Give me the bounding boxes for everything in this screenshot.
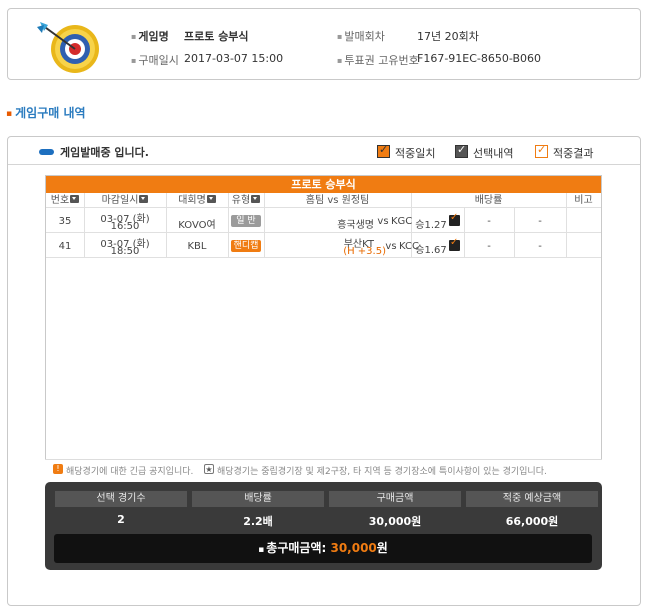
- row-vs: vs: [385, 241, 397, 252]
- table-row: 41 03-07 (화) 18:50 KBL 핸디캡 부산KT (H +3.5)…: [46, 234, 601, 258]
- status-indicator-icon: [39, 149, 54, 155]
- row-league: KBL: [187, 241, 207, 252]
- odds-draw[interactable]: -: [464, 241, 514, 252]
- game-name: 프로토 승부식: [184, 30, 249, 43]
- total-purchase-box: ▪ 총구매금액: 30,000원: [54, 534, 592, 563]
- ticket-id-label: 투표권 고유번호: [337, 52, 418, 68]
- total-unit: 원: [376, 541, 388, 555]
- type-badge: 일 반: [231, 215, 261, 227]
- odds-lose[interactable]: -: [514, 241, 566, 252]
- game-table: 프로토 승부식 번호 마감일시 대회명 유형 홈팀 vs 원정팀 배당률 비고 …: [45, 175, 602, 478]
- row-time: 16:50: [110, 221, 140, 232]
- odds-draw[interactable]: -: [464, 216, 514, 227]
- summary-amount: 30,000원: [368, 515, 422, 528]
- total-amount: 30,000: [330, 541, 377, 555]
- purchase-info-card: 게임명 프로토 승부식 발매회차 17년 20회차 구매일시 2017-03-0…: [7, 8, 641, 80]
- header-note: 비고: [566, 193, 601, 208]
- section-title: 게임구매 내역: [6, 104, 85, 121]
- summary-header-odds: 배당률: [192, 491, 324, 507]
- round-value: 17년 20회차: [417, 30, 479, 43]
- header-league[interactable]: 대회명: [166, 193, 228, 208]
- selected-check-icon: [449, 212, 460, 226]
- row-no: 41: [58, 241, 72, 252]
- notice-bar: ! 해당경기에 대한 긴급 공지입니다. ★ 해당경기는 중립경기장 및 제2구…: [45, 459, 602, 478]
- table-title: 프로토 승부식: [46, 176, 601, 193]
- summary-expected: 66,000원: [505, 515, 559, 528]
- summary-odds: 2.2배: [243, 515, 273, 528]
- legend-match-label: 적중일치: [395, 147, 436, 160]
- row-league: KOVO여: [178, 220, 216, 231]
- row-home-team: 흥국생명: [337, 220, 374, 231]
- total-label: 총구매금액:: [266, 541, 327, 555]
- urgent-notice-icon: !: [53, 464, 63, 474]
- type-badge: 핸디캡: [231, 240, 261, 252]
- header-deadline[interactable]: 마감일시: [84, 193, 166, 208]
- header-teams: 홈팀 vs 원정팀: [264, 193, 411, 208]
- sort-icon[interactable]: [251, 195, 261, 203]
- row-handicap: (H +3.5): [343, 246, 386, 257]
- legend-match-icon: [377, 143, 390, 158]
- legend-result-icon: [535, 143, 548, 158]
- purchase-summary: 선택 경기수 배당률 구매금액 적중 예상금액 2 2.2배 30,000원 6…: [45, 482, 602, 570]
- sort-icon[interactable]: [139, 195, 149, 203]
- purchase-date: 2017-03-07 15:00: [184, 52, 284, 65]
- status-text: 게임발매중 입니다.: [60, 146, 149, 159]
- row-time: 18:50: [110, 246, 140, 257]
- summary-header-expected: 적중 예상금액: [466, 491, 598, 507]
- status-bar: 게임발매중 입니다. 적중일치 선택내역 적중결과: [8, 137, 640, 165]
- sort-icon[interactable]: [70, 195, 80, 203]
- special-venue-text: 해당경기는 중립경기장 및 제2구장, 타 지역 등 경기장소에 특이사항이 있…: [217, 467, 547, 477]
- selected-check-icon: [449, 237, 460, 251]
- row-vs: vs: [377, 216, 389, 227]
- legend-selection-label: 선택내역: [473, 147, 514, 160]
- table-row: 35 03-07 (화) 16:50 KOVO여 일 반 흥국생명 vs KGC…: [46, 209, 601, 233]
- row-no: 35: [58, 216, 72, 227]
- odds-win[interactable]: 승1.27: [413, 216, 449, 231]
- game-name-label: 게임명: [131, 28, 168, 44]
- header-no[interactable]: 번호: [46, 193, 84, 208]
- sort-icon[interactable]: [206, 195, 216, 203]
- purchase-detail-panel: 게임발매중 입니다. 적중일치 선택내역 적중결과 프로토 승부식 번호 마감일…: [7, 136, 641, 606]
- purchase-date-label: 구매일시: [131, 52, 178, 68]
- header-odds: 배당률: [411, 193, 566, 208]
- urgent-notice-text: 해당경기에 대한 긴급 공지입니다.: [66, 467, 194, 477]
- odds-lose[interactable]: -: [514, 216, 566, 227]
- odds-win[interactable]: 승1.67: [413, 241, 449, 256]
- ticket-id: F167-91EC-8650-B060: [417, 52, 542, 65]
- round-label: 발매회차: [337, 28, 384, 44]
- dartboard-icon: [32, 19, 107, 75]
- summary-count: 2: [117, 513, 125, 526]
- summary-header-amount: 구매금액: [329, 491, 461, 507]
- header-type[interactable]: 유형: [228, 193, 264, 208]
- legend-result-label: 적중결과: [553, 147, 594, 160]
- legend-selection-icon: [455, 143, 468, 158]
- summary-header-count: 선택 경기수: [55, 491, 187, 507]
- special-venue-icon: ★: [204, 464, 214, 474]
